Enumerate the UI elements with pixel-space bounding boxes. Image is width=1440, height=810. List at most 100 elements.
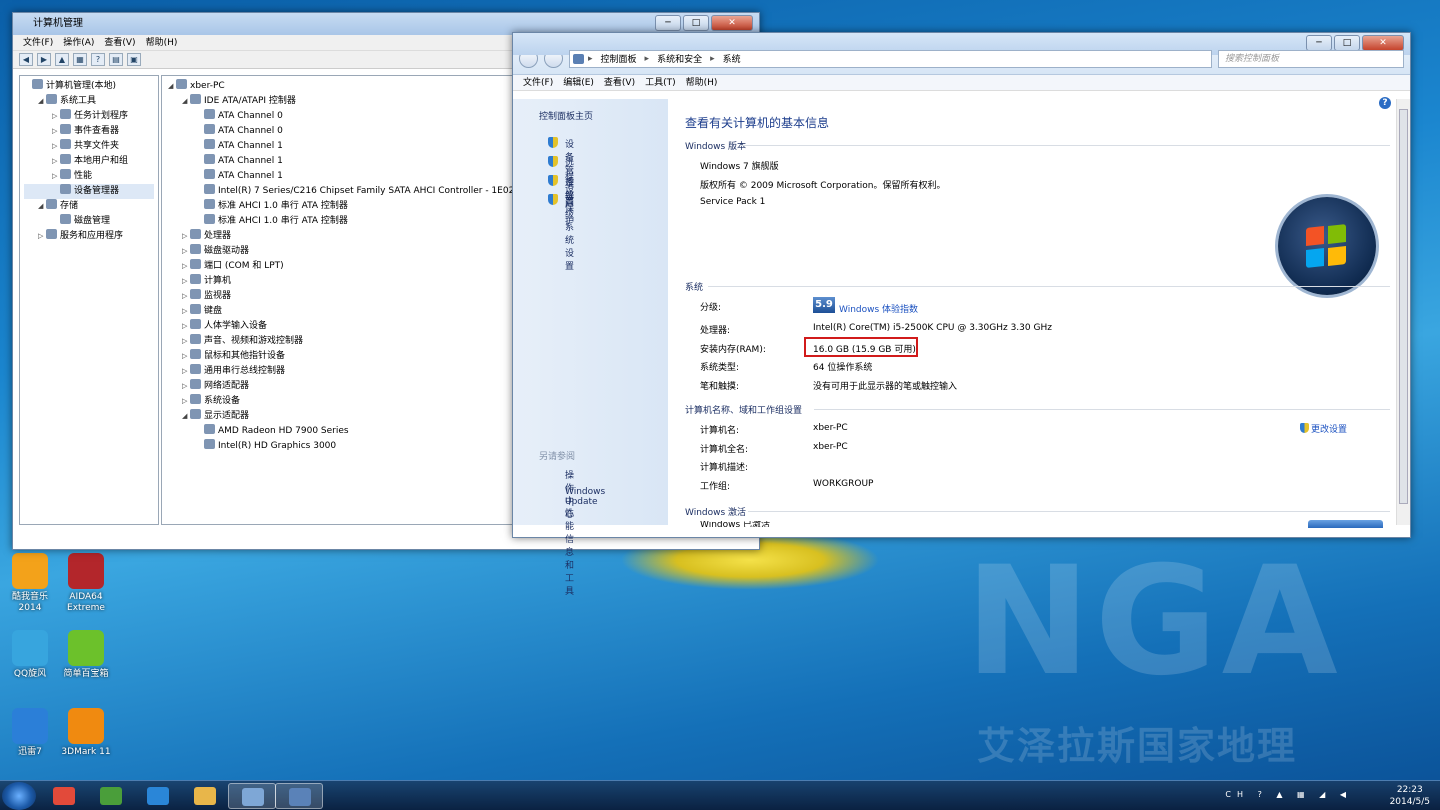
system-window[interactable]: ─ □ ✕ ▸ 控制面板 ▸ 系统和安全 ▸ 系统 搜索控制面板 文件(F) 编辑(E) 查看… (512, 32, 1411, 597)
device-icon (204, 154, 215, 164)
menu-item[interactable]: 查看(V) (104, 35, 135, 50)
taskbar-app[interactable] (275, 783, 323, 809)
device-icon (46, 199, 57, 209)
expand-arrow-icon[interactable]: ▷ (52, 169, 60, 184)
desktop-icon[interactable]: AIDA64 Extreme (56, 553, 116, 614)
expand-arrow-icon[interactable]: ▷ (182, 304, 190, 319)
maximize-button[interactable]: □ (683, 15, 709, 31)
expand-arrow-icon[interactable]: ◢ (38, 199, 46, 214)
expand-arrow-icon[interactable]: ▷ (52, 139, 60, 154)
menu-item[interactable]: 操作(A) (63, 35, 94, 50)
start-button[interactable] (2, 782, 36, 810)
taskbar-app[interactable] (40, 783, 88, 809)
expand-arrow-icon[interactable]: ▷ (182, 244, 190, 259)
expand-arrow-icon[interactable]: ◢ (182, 409, 190, 424)
device-icon (190, 349, 201, 359)
desktop-icon[interactable]: QQ旋风 (0, 630, 60, 680)
minimize-button[interactable]: ─ (655, 15, 681, 31)
expand-arrow-icon[interactable]: ▷ (182, 364, 190, 379)
device-icon (190, 319, 201, 329)
expand-arrow-icon[interactable]: ▷ (182, 259, 190, 274)
desktop-icon[interactable]: 3DMark 11 (56, 708, 116, 758)
change-settings-link[interactable]: 更改设置 (1300, 422, 1347, 435)
search-input[interactable]: 搜索控制面板 (1218, 49, 1404, 68)
tree-node[interactable]: ▷ 服务和应用程序 (24, 229, 154, 244)
breadcrumb-item[interactable]: 系统 (723, 52, 741, 65)
expand-arrow-icon[interactable]: ▷ (182, 334, 190, 349)
device-icon (190, 259, 201, 269)
tree-node[interactable]: ▷ 本地用户和组 (24, 154, 154, 169)
expand-arrow-icon[interactable]: ▷ (52, 124, 60, 139)
device-icon (60, 169, 71, 179)
taskbar-app[interactable] (228, 783, 276, 809)
tree-node[interactable]: 磁盘管理 (24, 214, 154, 229)
toolbar-button[interactable]: ? (91, 53, 105, 66)
tree-node-label: ATA Channel 1 (218, 171, 283, 181)
breadcrumb-item[interactable]: 系统和安全 (657, 52, 702, 65)
tree-node[interactable]: ▷ 性能 (24, 169, 154, 184)
see-also-link[interactable]: 性能信息和工具 (565, 506, 574, 597)
menu-item[interactable]: 帮助(H) (686, 75, 718, 90)
toolbar-button[interactable]: ▲ (55, 53, 69, 66)
breadcrumb-separator[interactable]: ▸ (710, 54, 715, 64)
desktop-icon[interactable]: 简单百宝箱 (56, 630, 116, 680)
menu-item[interactable]: 文件(F) (23, 35, 53, 50)
address-bar[interactable]: ▸ 控制面板 ▸ 系统和安全 ▸ 系统 (569, 49, 1212, 68)
toolbar-button[interactable]: ▶ (37, 53, 51, 66)
expand-arrow-icon[interactable]: ▷ (182, 394, 190, 409)
expand-arrow-icon[interactable]: ▷ (182, 274, 190, 289)
toolbar-button[interactable]: ▣ (127, 53, 141, 66)
menu-item[interactable]: 文件(F) (523, 75, 553, 90)
toolbar-button[interactable]: ◀ (19, 53, 33, 66)
tree-node[interactable]: ▷ 事件查看器 (24, 124, 154, 139)
expand-arrow-icon[interactable]: ◢ (38, 94, 46, 109)
scrollbar-thumb[interactable] (1399, 109, 1408, 504)
expand-arrow-icon[interactable]: ▷ (182, 319, 190, 334)
taskbar-app[interactable] (134, 783, 182, 809)
vertical-scrollbar[interactable] (1396, 99, 1410, 525)
desktop-icon[interactable]: 迅雷7 (0, 708, 60, 758)
tree-node[interactable]: ▷ 任务计划程序 (24, 109, 154, 124)
expand-arrow-icon[interactable]: ◢ (168, 79, 176, 94)
cm-nav-tree[interactable]: 计算机管理(本地) ◢ 系统工具 ▷ 任务计划程序 ▷ 事件查看器 ▷ 共享文件夹 ▷ 本地用户和组… (19, 75, 159, 525)
toolbar-button[interactable]: ▦ (73, 53, 87, 66)
menu-item[interactable]: 帮助(H) (146, 35, 178, 50)
close-button[interactable]: ✕ (711, 15, 753, 31)
breadcrumb-separator[interactable]: ▸ (588, 54, 593, 64)
menu-item[interactable]: 查看(V) (604, 75, 635, 90)
see-also-link[interactable]: Windows Update (565, 487, 605, 507)
system-tray[interactable]: CH ? ▲ ▦ ◢ ◀ (1225, 790, 1352, 799)
breadcrumb-separator[interactable]: ▸ (645, 54, 650, 64)
experience-index-link[interactable]: Windows 体验指数 (839, 302, 918, 315)
tree-node[interactable]: 计算机管理(本地) (24, 79, 154, 94)
tree-node[interactable]: ◢ 存储 (24, 199, 154, 214)
task-link[interactable]: 高级系统设置 (548, 194, 574, 272)
taskbar-app[interactable] (87, 783, 135, 809)
expand-arrow-icon[interactable]: ▷ (52, 109, 60, 124)
tree-node[interactable]: ◢ 系统工具 (24, 94, 154, 109)
desktop-icon-label: 简单百宝箱 (63, 669, 109, 679)
expand-arrow-icon[interactable]: ▷ (182, 349, 190, 364)
breadcrumb-item[interactable]: 控制面板 (601, 52, 637, 65)
activation-button[interactable] (1308, 520, 1383, 528)
change-settings-label: 更改设置 (1311, 425, 1348, 435)
menu-item[interactable]: 工具(T) (645, 75, 676, 90)
tree-node-label: 磁盘管理 (74, 216, 111, 226)
help-icon[interactable]: ? (1379, 97, 1391, 109)
control-panel-home-link[interactable]: 控制面板主页 (539, 109, 593, 122)
expand-arrow-icon[interactable]: ▷ (182, 379, 190, 394)
desktop-icon[interactable]: 酷我音乐 2014 (0, 553, 60, 614)
clock[interactable]: 22:23 2014/5/5 (1390, 784, 1430, 808)
tree-node[interactable]: 设备管理器 (24, 184, 154, 199)
toolbar-button[interactable]: ▤ (109, 53, 123, 66)
expand-arrow-icon[interactable]: ▷ (38, 229, 46, 244)
expand-arrow-icon[interactable]: ◢ (182, 94, 190, 109)
desktop-icon-label: 迅雷7 (18, 747, 42, 757)
expand-arrow-icon[interactable]: ▷ (182, 289, 190, 304)
expand-arrow-icon[interactable]: ▷ (182, 229, 190, 244)
tree-node[interactable]: ▷ 共享文件夹 (24, 139, 154, 154)
taskbar-app[interactable] (181, 783, 229, 809)
expand-arrow-icon[interactable]: ▷ (52, 154, 60, 169)
menu-item[interactable]: 编辑(E) (563, 75, 594, 90)
app-icon (68, 708, 104, 744)
